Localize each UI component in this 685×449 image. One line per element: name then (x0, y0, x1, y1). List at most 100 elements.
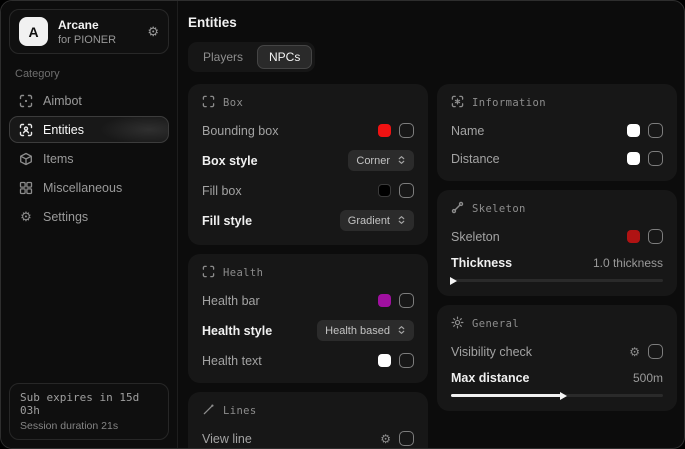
setting-row: Bounding box (202, 122, 414, 139)
app-header: A Arcane for PIONER ⚙ (9, 9, 169, 54)
checkbox[interactable] (648, 123, 663, 138)
info-scan-icon (451, 95, 464, 111)
sidebar: A Arcane for PIONER ⚙ Category Aimbot (1, 1, 178, 448)
sub-expiry-text: Sub expires in 15d 03h (20, 391, 158, 417)
setting-row: Box style Corner (202, 150, 414, 171)
setting-row: Fill box (202, 182, 414, 199)
color-swatch[interactable] (378, 354, 391, 367)
setting-row: Name (451, 122, 663, 139)
gear-icon[interactable]: ⚙ (147, 25, 159, 38)
color-swatch[interactable] (378, 294, 391, 307)
color-swatch[interactable] (627, 152, 640, 165)
health-style-dropdown[interactable]: Health based (317, 320, 414, 341)
card-skeleton-header: Skeleton (451, 201, 663, 217)
sidebar-item-miscellaneous[interactable]: Miscellaneous (9, 174, 169, 201)
gear-icon[interactable]: ⚙ (629, 346, 640, 358)
card-title: Skeleton (472, 203, 526, 215)
window: A Arcane for PIONER ⚙ Category Aimbot (0, 0, 685, 449)
slider-thumb[interactable] (560, 392, 567, 400)
setting-row: Skeleton (451, 228, 663, 245)
box-style-dropdown[interactable]: Corner (348, 150, 414, 171)
slider-value: 500m (633, 371, 663, 385)
sidebar-item-label: Miscellaneous (43, 181, 122, 195)
row-label: Distance (451, 152, 500, 166)
category-label: Category (15, 68, 163, 80)
sidebar-nav: Aimbot Entities (1, 87, 177, 230)
grid-icon (19, 181, 33, 195)
slider-fill (451, 394, 561, 397)
row-label: Health style (202, 324, 272, 338)
checkbox[interactable] (399, 353, 414, 368)
card-title: Lines (223, 405, 257, 417)
card-skeleton: Skeleton Skeleton Thickness 1.0 thicknes… (437, 190, 677, 296)
slider-row: Thickness 1.0 thickness (451, 256, 663, 270)
sidebar-item-settings[interactable]: ⚙ Settings (9, 203, 169, 230)
card-title: General (472, 318, 519, 330)
setting-row: Health text (202, 352, 414, 369)
color-swatch[interactable] (627, 230, 640, 243)
main-panel: Entities Players NPCs Box (178, 1, 685, 448)
setting-row: Fill style Gradient (202, 210, 414, 231)
sidebar-item-label: Items (43, 152, 74, 166)
right-column: Information Name Distance (437, 84, 677, 449)
gear-icon[interactable]: ⚙ (380, 433, 391, 445)
session-duration-text: Session duration 21s (20, 420, 158, 432)
fill-style-dropdown[interactable]: Gradient (340, 210, 414, 231)
card-information-header: Information (451, 95, 663, 111)
setting-row: Visibility check ⚙ (451, 343, 663, 360)
cards-grid: Box Bounding box Box style Corner (188, 84, 677, 449)
sidebar-item-aimbot[interactable]: Aimbot (9, 87, 169, 114)
chevrons-up-down-icon (397, 213, 406, 228)
max-distance-slider[interactable] (451, 394, 663, 397)
card-general-header: General (451, 316, 663, 332)
row-label: Skeleton (451, 230, 500, 244)
row-label: Visibility check (451, 345, 532, 359)
checkbox[interactable] (399, 293, 414, 308)
chevrons-up-down-icon (397, 153, 406, 168)
thickness-slider[interactable] (451, 279, 663, 282)
card-title: Information (472, 97, 546, 109)
checkbox[interactable] (648, 229, 663, 244)
corner-brackets-icon (202, 265, 215, 281)
left-column: Box Bounding box Box style Corner (188, 84, 428, 449)
card-title: Health (223, 267, 263, 279)
gear-icon: ⚙ (19, 209, 33, 225)
row-label: Bounding box (202, 124, 278, 138)
card-title: Box (223, 97, 243, 109)
color-swatch[interactable] (627, 124, 640, 137)
card-health: Health Health bar Health style Health ba… (188, 254, 428, 383)
tab-players[interactable]: Players (191, 45, 255, 69)
target-tabs: Players NPCs (188, 42, 315, 72)
card-health-header: Health (202, 265, 414, 281)
sun-icon (451, 316, 464, 332)
app-name: Arcane (58, 18, 116, 32)
color-swatch[interactable] (378, 124, 391, 137)
slider-thumb[interactable] (450, 277, 457, 285)
package-icon (19, 152, 33, 166)
entities-scan-icon (19, 123, 33, 137)
corner-brackets-icon (202, 95, 215, 111)
row-label: Max distance (451, 371, 530, 385)
checkbox[interactable] (399, 183, 414, 198)
diagonal-line-icon (202, 403, 215, 419)
card-general: General Visibility check ⚙ Max distance … (437, 305, 677, 411)
slider-row: Max distance 500m (451, 371, 663, 385)
subscription-status: Sub expires in 15d 03h Session duration … (9, 383, 169, 440)
checkbox[interactable] (399, 431, 414, 446)
row-label: Health bar (202, 294, 260, 308)
card-box: Box Bounding box Box style Corner (188, 84, 428, 245)
tab-npcs[interactable]: NPCs (257, 45, 312, 69)
checkbox[interactable] (648, 151, 663, 166)
checkbox[interactable] (399, 123, 414, 138)
sidebar-item-items[interactable]: Items (9, 145, 169, 172)
setting-row: Health bar (202, 292, 414, 309)
card-lines-header: Lines (202, 403, 414, 419)
row-label: Box style (202, 154, 258, 168)
color-swatch[interactable] (378, 184, 391, 197)
sidebar-item-entities[interactable]: Entities (9, 116, 169, 143)
bone-icon (451, 201, 464, 217)
checkbox[interactable] (648, 344, 663, 359)
row-label: Fill box (202, 184, 242, 198)
row-label: Fill style (202, 214, 252, 228)
app-subtitle: for PIONER (58, 34, 116, 46)
